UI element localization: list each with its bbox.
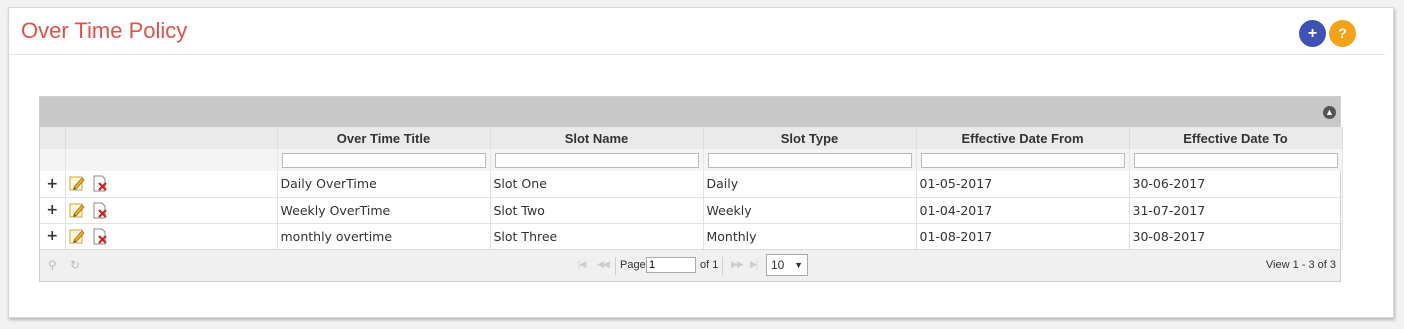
header-expand — [40, 127, 66, 149]
page-title: Over Time Policy — [21, 18, 188, 43]
title-divider — [9, 54, 1385, 55]
search-icon[interactable]: ⚲ — [48, 258, 57, 272]
first-page-icon[interactable]: |◀ — [578, 259, 586, 270]
add-button[interactable]: + — [1299, 20, 1326, 47]
rows-per-page-select[interactable]: 10 ▼ — [766, 254, 808, 276]
cell-effective-date-to: 30-06-2017 — [1129, 171, 1343, 198]
filter-row — [40, 149, 1343, 171]
page-count-label: of 1 — [700, 259, 719, 271]
table-row[interactable]: + Weekly OverTime Slot Two Weekly 01-04-… — [40, 197, 1343, 224]
delete-icon[interactable] — [92, 175, 108, 192]
prev-page-icon[interactable]: ◀◀ — [597, 259, 610, 270]
expand-row-icon[interactable]: + — [40, 223, 66, 250]
grid-caption-bar: ▲ — [40, 97, 1340, 127]
cell-effective-date-from: 01-08-2017 — [916, 223, 1130, 250]
header-slot-name[interactable]: Slot Name — [490, 127, 704, 149]
page-label: Page — [620, 259, 646, 271]
delete-icon[interactable] — [92, 202, 108, 219]
pager-separator — [722, 257, 723, 275]
cell-slot-name: Slot Two — [490, 197, 704, 224]
cell-over-time-title: Daily OverTime — [277, 171, 491, 198]
page-number-input[interactable] — [646, 257, 696, 273]
records-summary: View 1 - 3 of 3 — [1265, 259, 1336, 271]
filter-blank — [40, 149, 66, 171]
header-actions — [65, 127, 278, 149]
refresh-icon[interactable]: ↻ — [70, 258, 80, 272]
cell-effective-date-to: 30-08-2017 — [1129, 223, 1343, 250]
cell-slot-name: Slot Three — [490, 223, 704, 250]
filter-blank — [65, 149, 278, 171]
filter-cell — [1129, 149, 1343, 171]
filter-over-time-title-input[interactable] — [281, 152, 486, 168]
overtime-grid: ▲ Over Time Title Slot Name Slot Type Ef… — [39, 96, 1343, 282]
cell-effective-date-to: 31-07-2017 — [1129, 197, 1343, 224]
filter-cell — [490, 149, 704, 171]
collapse-grid-icon[interactable]: ▲ — [1323, 106, 1336, 119]
header-effective-date-to[interactable]: Effective Date To — [1129, 127, 1343, 149]
grid-table: Over Time Title Slot Name Slot Type Effe… — [40, 127, 1343, 250]
header-effective-date-from[interactable]: Effective Date From — [916, 127, 1130, 149]
expand-row-icon[interactable]: + — [40, 171, 66, 198]
header-row: Over Time Title Slot Name Slot Type Effe… — [40, 127, 1343, 149]
cell-effective-date-from: 01-04-2017 — [916, 197, 1130, 224]
overtime-policy-panel: Over Time Policy + ? ▲ Over Time Title S… — [8, 7, 1394, 318]
header-slot-type[interactable]: Slot Type — [703, 127, 917, 149]
filter-effective-date-from-input[interactable] — [920, 152, 1125, 168]
cell-over-time-title: Weekly OverTime — [277, 197, 491, 224]
filter-cell — [277, 149, 491, 171]
cell-slot-name: Slot One — [490, 171, 704, 198]
filter-cell — [703, 149, 917, 171]
cell-effective-date-from: 01-05-2017 — [916, 171, 1130, 198]
help-button[interactable]: ? — [1329, 20, 1356, 47]
table-row[interactable]: + Daily OverTime Slot One Daily 01-05-20… — [40, 171, 1343, 198]
cell-slot-type: Weekly — [703, 197, 917, 224]
grid-pager: ⚲ ↻ |◀ ◀◀ Page of 1 ▶▶ ▶| 10 ▼ View 1 - … — [40, 249, 1340, 281]
last-page-icon[interactable]: ▶| — [750, 259, 758, 270]
expand-row-icon[interactable]: + — [40, 197, 66, 224]
cell-slot-type: Daily — [703, 171, 917, 198]
chevron-down-icon: ▼ — [794, 260, 803, 270]
filter-slot-type-input[interactable] — [707, 152, 912, 168]
filter-slot-name-input[interactable] — [494, 152, 699, 168]
edit-icon[interactable] — [69, 202, 85, 219]
edit-icon[interactable] — [69, 228, 85, 245]
next-page-icon[interactable]: ▶▶ — [731, 259, 744, 270]
table-row[interactable]: + monthly overtime Slot Three Monthly 01… — [40, 223, 1343, 250]
cell-slot-type: Monthly — [703, 223, 917, 250]
header-over-time-title[interactable]: Over Time Title — [277, 127, 491, 149]
edit-icon[interactable] — [69, 175, 85, 192]
pager-separator — [615, 257, 616, 275]
row-actions — [65, 223, 278, 250]
filter-effective-date-to-input[interactable] — [1133, 152, 1338, 168]
delete-icon[interactable] — [92, 228, 108, 245]
row-actions — [65, 171, 278, 198]
cell-over-time-title: monthly overtime — [277, 223, 491, 250]
rows-per-page-value: 10 — [771, 258, 785, 272]
row-actions — [65, 197, 278, 224]
filter-cell — [916, 149, 1130, 171]
